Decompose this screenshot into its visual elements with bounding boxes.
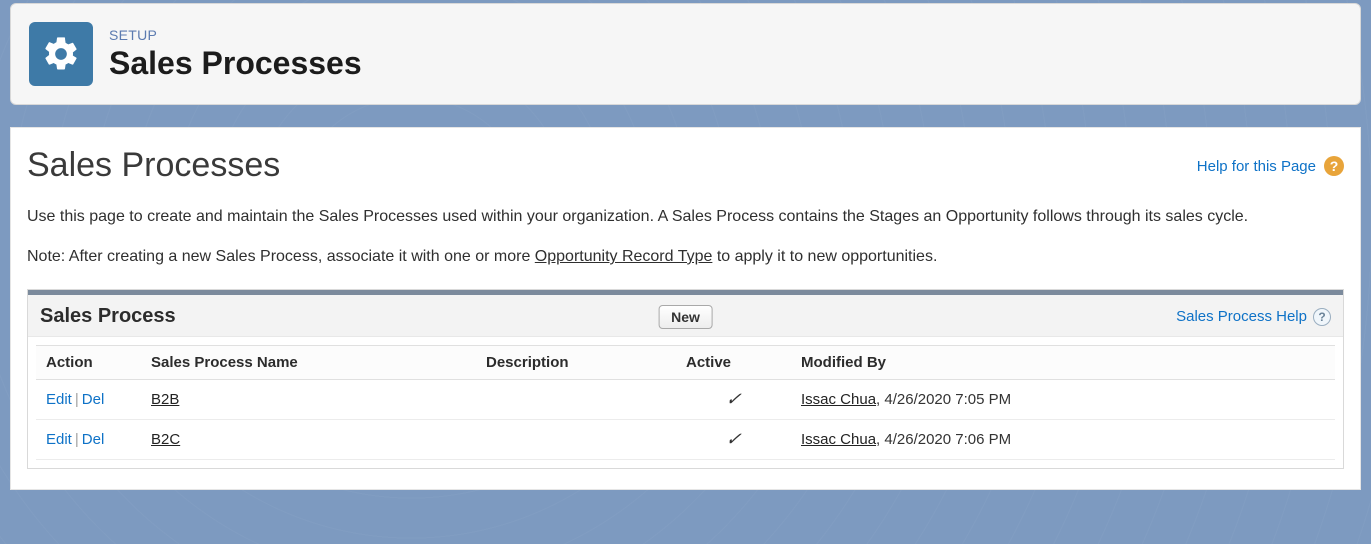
table-header: Sales Process New Sales Process Help ? bbox=[28, 295, 1343, 337]
table-row: Edit|Del B2B ✓ Issac Chua, 4/26/2020 7:0… bbox=[36, 380, 1335, 420]
opportunity-record-type-link[interactable]: Opportunity Record Type bbox=[535, 248, 713, 265]
content-top: Sales Processes Help for this Page ? bbox=[27, 146, 1344, 205]
help-icon[interactable]: ? bbox=[1324, 156, 1344, 176]
name-cell: B2B bbox=[141, 380, 476, 420]
action-cell: Edit|Del bbox=[36, 420, 141, 460]
description-cell bbox=[476, 380, 676, 420]
action-cell: Edit|Del bbox=[36, 380, 141, 420]
delete-link[interactable]: Del bbox=[82, 431, 105, 448]
help-icon[interactable]: ? bbox=[1313, 308, 1331, 326]
sales-process-help-link[interactable]: Sales Process Help bbox=[1176, 308, 1307, 325]
edit-link[interactable]: Edit bbox=[46, 391, 72, 408]
col-name: Sales Process Name bbox=[141, 346, 476, 380]
intro-paragraph-2: Note: After creating a new Sales Process… bbox=[27, 245, 1344, 269]
col-modified-by: Modified By bbox=[791, 346, 1335, 380]
active-cell: ✓ bbox=[676, 420, 791, 460]
user-link[interactable]: Issac Chua bbox=[801, 391, 876, 408]
table-head-row: Action Sales Process Name Description Ac… bbox=[36, 346, 1335, 380]
breadcrumb: SETUP bbox=[109, 27, 362, 43]
process-name-link[interactable]: B2C bbox=[151, 431, 180, 448]
new-button[interactable]: New bbox=[658, 305, 713, 329]
action-separator: | bbox=[75, 431, 79, 448]
intro-paragraph-1: Use this page to create and maintain the… bbox=[27, 205, 1344, 229]
name-cell: B2C bbox=[141, 420, 476, 460]
sales-process-block: Sales Process New Sales Process Help ? A… bbox=[27, 289, 1344, 469]
modified-by-cell: Issac Chua, 4/26/2020 7:05 PM bbox=[791, 380, 1335, 420]
header-texts: SETUP Sales Processes bbox=[109, 27, 362, 82]
content-card: Sales Processes Help for this Page ? Use… bbox=[10, 127, 1361, 490]
note-prefix: Note: After creating a new Sales Process… bbox=[27, 248, 535, 265]
check-icon: ✓ bbox=[724, 389, 742, 410]
col-active: Active bbox=[676, 346, 791, 380]
page-title: Sales Processes bbox=[109, 45, 362, 82]
modified-date: , 4/26/2020 7:05 PM bbox=[876, 391, 1011, 408]
table-row: Edit|Del B2C ✓ Issac Chua, 4/26/2020 7:0… bbox=[36, 420, 1335, 460]
col-action: Action bbox=[36, 346, 141, 380]
process-name-link[interactable]: B2B bbox=[151, 391, 179, 408]
edit-link[interactable]: Edit bbox=[46, 431, 72, 448]
gear-icon bbox=[29, 22, 93, 86]
modified-by-cell: Issac Chua, 4/26/2020 7:06 PM bbox=[791, 420, 1335, 460]
setup-header-card: SETUP Sales Processes bbox=[10, 3, 1361, 105]
content-heading: Sales Processes bbox=[27, 146, 280, 185]
active-cell: ✓ bbox=[676, 380, 791, 420]
check-icon: ✓ bbox=[724, 429, 742, 450]
description-cell bbox=[476, 420, 676, 460]
page-help: Help for this Page ? bbox=[1197, 156, 1344, 176]
help-page-link[interactable]: Help for this Page bbox=[1197, 158, 1316, 175]
new-button-wrap: New bbox=[658, 305, 713, 329]
table-title: Sales Process bbox=[40, 305, 176, 328]
user-link[interactable]: Issac Chua bbox=[801, 431, 876, 448]
table-help: Sales Process Help ? bbox=[1176, 308, 1331, 326]
note-suffix: to apply it to new opportunities. bbox=[712, 248, 937, 265]
modified-date: , 4/26/2020 7:06 PM bbox=[876, 431, 1011, 448]
action-separator: | bbox=[75, 391, 79, 408]
sales-process-table: Action Sales Process Name Description Ac… bbox=[36, 345, 1335, 460]
delete-link[interactable]: Del bbox=[82, 391, 105, 408]
col-description: Description bbox=[476, 346, 676, 380]
